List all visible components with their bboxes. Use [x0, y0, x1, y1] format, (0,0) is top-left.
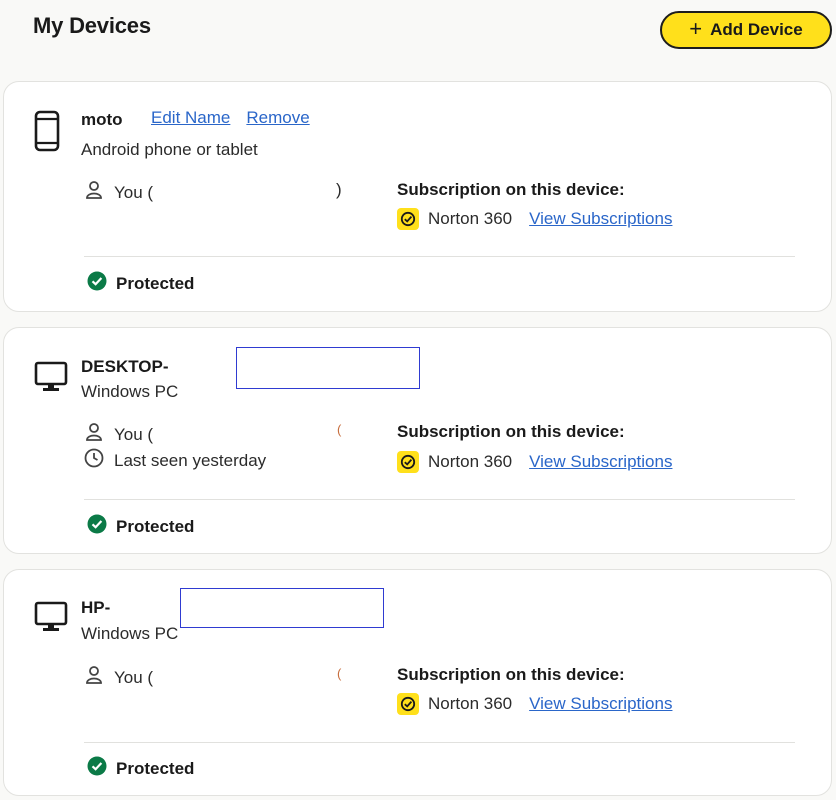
device-name: moto [81, 110, 123, 129]
phone-icon [34, 110, 60, 157]
subscription-name: Norton 360 [428, 694, 513, 713]
plus-icon: + [689, 16, 703, 41]
desktop-monitor-icon [34, 601, 68, 638]
status-label: Protected [116, 516, 195, 536]
device-name: DESKTOP- [81, 357, 169, 376]
user-icon [84, 665, 104, 690]
redacted-region [236, 347, 420, 389]
norton-check-icon [397, 451, 419, 473]
subscription-name: Norton 360 [428, 209, 513, 228]
page-title: My Devices [33, 13, 151, 38]
card-divider [84, 499, 795, 500]
last-seen-row: Last seen yesterday [84, 448, 266, 473]
owner-row: You ( [84, 422, 153, 447]
view-subscriptions-link[interactable]: View Subscriptions [529, 452, 672, 472]
status-badge: Protected [87, 271, 194, 296]
check-circle-icon [87, 514, 107, 539]
subscription-title: Subscription on this device: [397, 665, 625, 684]
device-name: HP- [81, 598, 111, 617]
device-card-desktop: DESKTOP- Windows PC You ( ( Last seen ye… [3, 327, 832, 554]
owner-name: You ( [114, 424, 154, 444]
check-circle-icon [87, 756, 107, 781]
add-device-button[interactable]: + Add Device [660, 11, 832, 49]
user-icon [84, 422, 104, 447]
device-type: Windows PC [81, 382, 179, 401]
device-card-hp: HP- Windows PC You ( ( Subscription on t… [3, 569, 832, 796]
status-label: Protected [116, 758, 195, 778]
check-circle-icon [87, 271, 107, 296]
status-badge: Protected [87, 756, 194, 781]
owner-suffix: ) [336, 180, 342, 199]
card-divider [84, 256, 795, 257]
owner-suffix: ( [337, 422, 342, 437]
card-divider [84, 742, 795, 743]
view-subscriptions-link[interactable]: View Subscriptions [529, 694, 672, 714]
last-seen-text: Last seen yesterday [114, 450, 267, 470]
view-subscriptions-link[interactable]: View Subscriptions [529, 209, 672, 229]
norton-check-icon [397, 693, 419, 715]
add-device-label: Add Device [710, 20, 803, 39]
subscription-title: Subscription on this device: [397, 422, 625, 441]
owner-name: You ( [114, 667, 154, 687]
subscription-title: Subscription on this device: [397, 180, 625, 199]
owner-row: You ( [84, 665, 153, 690]
edit-name-link[interactable]: Edit Name [151, 108, 230, 128]
device-type: Android phone or tablet [81, 140, 258, 159]
device-card-moto: moto Edit Name Remove Android phone or t… [3, 81, 832, 312]
redacted-region [180, 588, 384, 628]
owner-suffix: ( [337, 666, 342, 681]
owner-row: You ( [84, 180, 153, 205]
remove-link[interactable]: Remove [246, 108, 309, 128]
clock-icon [84, 448, 104, 473]
owner-name: You ( [114, 182, 154, 202]
user-icon [84, 180, 104, 205]
desktop-monitor-icon [34, 361, 68, 398]
subscription-name: Norton 360 [428, 452, 513, 471]
status-badge: Protected [87, 514, 194, 539]
norton-check-icon [397, 208, 419, 230]
status-label: Protected [116, 273, 195, 293]
device-type: Windows PC [81, 624, 179, 643]
